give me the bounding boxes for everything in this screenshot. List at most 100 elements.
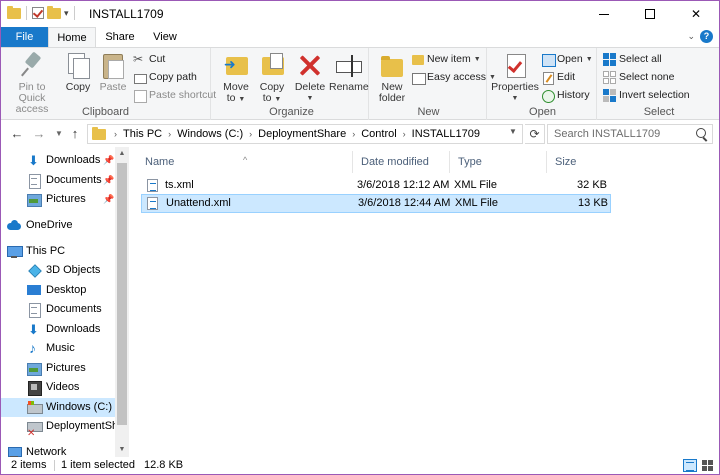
file-date: 3/6/2018 12:44 AM [358,197,451,209]
help-icon[interactable]: ? [700,30,713,43]
column-header-name[interactable]: Name ^ [137,151,353,173]
close-button[interactable]: ✕ [673,1,719,27]
nav-item-label: Network [26,446,67,457]
maximize-button[interactable] [627,1,673,27]
chevron-right-icon[interactable]: › [249,129,252,139]
chevron-right-icon[interactable]: › [114,129,117,139]
file-row-unattend-xml[interactable]: Unattend.xml 3/6/2018 12:44 AM XML File … [141,194,611,213]
up-button[interactable]: ↑ [67,125,83,143]
nav-item-this-pc[interactable]: This PC [1,242,115,261]
breadcrumb-this-pc[interactable]: This PC [123,128,162,140]
nav-item-label: Downloads [46,154,101,166]
chevron-right-icon[interactable]: › [168,129,171,139]
breadcrumb-control[interactable]: Control [361,128,396,140]
back-button[interactable]: ← [9,125,25,143]
network-drive-icon [27,420,43,436]
nav-item-3d-objects[interactable]: 3D Objects [1,261,115,280]
tab-share[interactable]: Share [99,27,141,47]
3d-objects-icon [27,264,41,277]
search-input[interactable]: Search INSTALL1709 [547,124,713,144]
copy-path-button[interactable]: Copy path [133,69,197,86]
move-label-line2: to [226,92,236,104]
nav-item-network[interactable]: Network [1,443,115,457]
new-folder-icon[interactable] [47,5,61,19]
nav-item-downloads[interactable]: Downloads [1,320,115,339]
chevron-right-icon[interactable]: › [403,129,406,139]
select-none-button[interactable]: Select none [603,69,674,86]
rename-button[interactable]: Rename [329,51,369,93]
select-all-button[interactable]: Select all [603,51,662,68]
pin-icon[interactable]: 📌 [103,171,114,190]
tab-view[interactable]: View [145,27,185,47]
rename-icon [334,51,362,79]
tab-home[interactable]: Home [48,27,96,48]
new-item-icon [411,53,424,66]
folder-icon [7,5,21,19]
large-icons-view-icon[interactable] [701,459,714,472]
column-header-date-modified[interactable]: Date modified [353,151,450,173]
new-item-button[interactable]: New item ▼ [411,51,481,68]
column-header-label: Name [145,156,175,168]
refresh-icon: ⟳ [529,127,540,141]
chevron-right-icon[interactable]: › [352,129,355,139]
customize-toolbar-icon[interactable]: ▾ [64,8,69,19]
pin-icon[interactable]: 📌 [103,190,114,209]
column-header-size[interactable]: Size [547,151,611,173]
edit-button[interactable]: Edit [541,69,575,86]
chevron-down-icon[interactable]: ⌄ [687,31,695,42]
file-row-ts-xml[interactable]: ts.xml 3/6/2018 12:12 AM XML File 32 KB [141,176,611,195]
xml-file-icon [147,179,158,192]
pin-icon[interactable]: 📌 [103,151,114,170]
nav-item-deploymentshare[interactable]: DeploymentShare [1,417,115,436]
history-button[interactable]: History [541,87,590,104]
nav-item-quick-documents[interactable]: Documents 📌 [1,171,115,190]
column-header-type[interactable]: Type [450,151,547,173]
nav-item-quick-pictures[interactable]: Pictures 📌 [1,190,115,209]
invert-selection-button[interactable]: Invert selection [603,87,690,104]
copy-button[interactable]: Copy [63,51,93,93]
nav-item-music[interactable]: Music [1,339,115,358]
properties-button[interactable]: Properties ▼ [491,51,539,104]
minimize-button[interactable] [581,1,627,27]
copy-icon [64,51,92,79]
breadcrumb-windows-c[interactable]: Windows (C:) [177,128,243,140]
breadcrumb-install1709[interactable]: INSTALL1709 [412,128,480,140]
forward-button[interactable]: → [31,125,47,143]
nav-item-documents[interactable]: Documents [1,300,115,319]
address-bar[interactable]: › This PC › Windows (C:) › DeploymentSha… [87,124,523,144]
nav-item-windows-c[interactable]: Windows (C:) [1,398,115,417]
paste-shortcut-button[interactable]: Paste shortcut [133,87,216,104]
scroll-up-icon[interactable]: ▲ [115,147,129,161]
history-icon [541,89,555,103]
breadcrumb-deploymentshare[interactable]: DeploymentShare [258,128,346,140]
move-to-button[interactable]: Move to ▼ [219,51,253,105]
copy-to-button[interactable]: Copy to ▼ [255,51,289,105]
history-label: History [557,89,590,101]
cut-button[interactable]: Cut [133,51,165,68]
tab-file[interactable]: File [1,27,48,47]
nav-item-quick-downloads[interactable]: Downloads 📌 [1,151,115,170]
recent-locations-button[interactable]: ▼ [51,125,67,143]
nav-item-onedrive[interactable]: OneDrive [1,216,115,235]
delete-button[interactable]: Delete ▼ [293,51,327,104]
scroll-down-icon[interactable]: ▼ [115,443,129,457]
address-history-chevron-icon[interactable]: ▼ [509,127,517,136]
details-view-icon[interactable] [683,459,697,472]
scissors-icon [133,51,146,68]
music-icon [27,339,41,358]
nav-item-desktop[interactable]: Desktop [1,281,115,300]
quick-access-toolbar: ▾ [7,5,77,20]
nav-item-videos[interactable]: Videos [1,378,115,397]
file-name: Unattend.xml [166,197,231,209]
nav-item-label: 3D Objects [46,264,101,276]
properties-icon[interactable] [32,7,44,19]
new-folder-button[interactable]: New folder [375,51,409,104]
open-button[interactable]: Open ▼ [541,51,593,68]
refresh-button[interactable]: ⟳ [525,124,545,144]
easy-access-button[interactable]: Easy access ▼ [411,69,496,86]
new-group-label: New [417,106,440,118]
nav-item-pictures[interactable]: Pictures [1,359,115,378]
scroll-thumb[interactable] [117,163,127,425]
paste-button[interactable]: Paste [97,51,129,93]
nav-pane-scrollbar[interactable]: ▲ ▼ [115,147,129,457]
